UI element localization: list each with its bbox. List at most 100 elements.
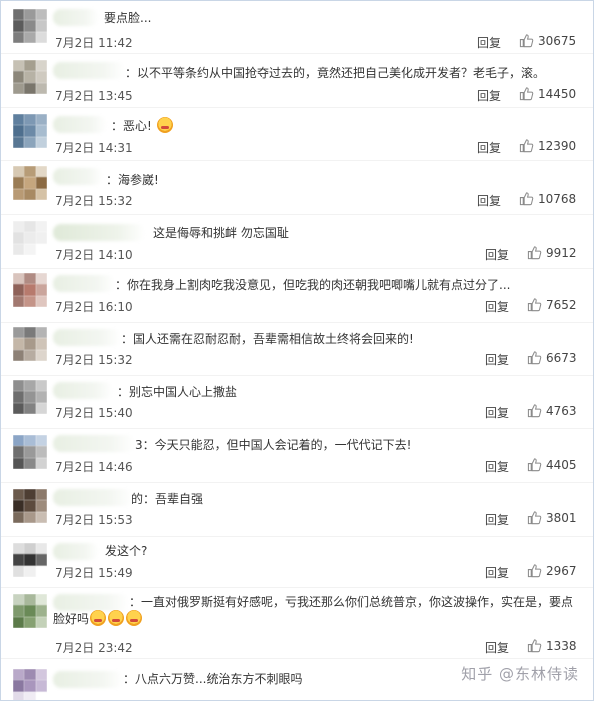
- comment-time: 7月2日 15:40: [55, 406, 133, 420]
- like-button[interactable]: 12390: [519, 138, 576, 153]
- like-count: 9912: [546, 245, 577, 260]
- username-blurred[interactable]: [53, 329, 121, 346]
- thumbs-up-icon: [527, 639, 542, 653]
- thumbs-up-icon: [527, 298, 542, 312]
- like-button[interactable]: 7652: [527, 297, 577, 312]
- comment-text: ：恶心!: [111, 117, 174, 134]
- reply-button[interactable]: 回复: [485, 298, 509, 315]
- reply-button[interactable]: 回复: [477, 34, 501, 51]
- like-button[interactable]: 6673: [527, 350, 577, 365]
- like-count: 1338: [546, 638, 577, 653]
- username-blurred[interactable]: [53, 116, 107, 133]
- reply-button[interactable]: 回复: [485, 564, 509, 581]
- comment-text: 这是侮辱和挑衅 勿忘国耻: [153, 226, 289, 240]
- thumbs-up-icon: [527, 564, 542, 578]
- like-count: 10768: [538, 191, 577, 206]
- avatar[interactable]: [13, 273, 47, 307]
- username-blurred[interactable]: [53, 671, 123, 688]
- comment-time: 7月2日 16:10: [55, 300, 133, 314]
- thumbs-up-icon: [519, 34, 534, 48]
- reply-button[interactable]: 回复: [485, 404, 509, 421]
- like-button[interactable]: 14450: [519, 86, 576, 101]
- comment-item: ：你在我身上割肉吃我没意见，但吃我的肉还朝我吧唧嘴儿就有点过分了... 7月2日…: [1, 269, 593, 322]
- username-blurred[interactable]: [53, 382, 113, 399]
- avatar[interactable]: [13, 435, 47, 469]
- like-button[interactable]: 9912: [527, 245, 577, 260]
- avatar[interactable]: [13, 221, 47, 255]
- comment-text: ：八点六万赞...统治东方不刺眼吗: [123, 672, 303, 686]
- comment-item: ：别忘中国人心上撒盐 7月2日 15:40 回复 4763: [1, 376, 593, 428]
- reply-button[interactable]: 回复: [485, 458, 509, 475]
- username-blurred[interactable]: [53, 224, 145, 241]
- comment-time: 7月2日 11:42: [55, 36, 133, 50]
- comment-text: ：一直对俄罗斯挺有好感呢，亏我还那么你们总统普京，你这波操作，实在是，要点脸好吗: [53, 594, 581, 627]
- like-button[interactable]: 4763: [527, 403, 577, 418]
- comment-time: 7月2日 14:46: [55, 460, 133, 474]
- avatar[interactable]: [13, 543, 47, 577]
- reply-button[interactable]: 回复: [485, 351, 509, 368]
- reply-button[interactable]: 回复: [477, 139, 501, 156]
- comment-item: ：国人还需在忍耐忍耐，吾辈需相信故土终将会回来的! 7月2日 15:32 回复 …: [1, 323, 593, 375]
- thumbs-up-icon: [527, 404, 542, 418]
- comment-time: 7月2日 15:32: [55, 353, 133, 367]
- thumbs-up-icon: [519, 87, 534, 101]
- reply-button[interactable]: 回复: [485, 246, 509, 263]
- avatar[interactable]: [13, 60, 47, 94]
- like-count: 6673: [546, 350, 577, 365]
- like-button[interactable]: 30675: [519, 33, 576, 48]
- like-count: 4405: [546, 457, 577, 472]
- reply-button[interactable]: 回复: [485, 511, 509, 528]
- comment-item: ：恶心! 7月2日 14:31 回复 12390: [1, 108, 593, 160]
- comment-item: 3：今天只能忍，但中国人会记着的，一代代记下去! 7月2日 14:46 回复 4…: [1, 429, 593, 482]
- comment-item: 的：吾辈自强 7月2日 15:53 回复 3801: [1, 483, 593, 536]
- comment-item: 这是侮辱和挑衅 勿忘国耻 7月2日 14:10 回复 9912: [1, 215, 593, 268]
- username-blurred[interactable]: [53, 62, 125, 79]
- like-button[interactable]: 2967: [527, 563, 577, 578]
- avatar[interactable]: [13, 9, 47, 43]
- username-blurred[interactable]: [53, 489, 133, 506]
- username-blurred[interactable]: [53, 543, 99, 560]
- comment-text: ：以不平等条约从中国抢夺过去的，竟然还把自己美化成开发者？老毛子，滚。: [125, 66, 546, 80]
- comment-text: ：别忘中国人心上撒盐: [117, 385, 238, 399]
- thumbs-up-icon: [527, 511, 542, 525]
- comment-text: ：你在我身上割肉吃我没意见，但吃我的肉还朝我吧唧嘴儿就有点过分了...: [115, 278, 511, 292]
- avatar[interactable]: [13, 327, 47, 361]
- comment-item: ：以不平等条约从中国抢夺过去的，竟然还把自己美化成开发者？老毛子，滚。 7月2日…: [1, 54, 593, 107]
- like-count: 3801: [546, 510, 577, 525]
- username-blurred[interactable]: [53, 275, 115, 292]
- avatar[interactable]: [13, 669, 47, 700]
- comment-item: 要点脸... 7月2日 11:42 回复 30675: [1, 1, 593, 53]
- avatar[interactable]: [13, 114, 47, 148]
- like-button[interactable]: 10768: [519, 191, 576, 206]
- comment-time: 7月2日 23:42: [55, 641, 133, 655]
- reply-button[interactable]: 回复: [477, 87, 501, 104]
- like-count: 4763: [546, 403, 577, 418]
- comment-item: ：一直对俄罗斯挺有好感呢，亏我还那么你们总统普京，你这波操作，实在是，要点脸好吗…: [1, 588, 593, 658]
- thumbs-up-icon: [527, 458, 542, 472]
- reply-button[interactable]: 回复: [485, 639, 509, 656]
- avatar[interactable]: [13, 594, 47, 628]
- username-blurred[interactable]: [53, 9, 99, 26]
- comment-time: 7月2日 14:31: [55, 141, 133, 155]
- comment-text: ：国人还需在忍耐忍耐，吾辈需相信故土终将会回来的!: [121, 332, 414, 346]
- comment-time: 7月2日 13:45: [55, 89, 133, 103]
- thumbs-up-icon: [527, 351, 542, 365]
- username-blurred[interactable]: [53, 435, 135, 452]
- reply-button[interactable]: 回复: [477, 192, 501, 209]
- avatar[interactable]: [13, 166, 47, 200]
- comment-list: 要点脸... 7月2日 11:42 回复 30675 ：以不平等条约从中国抢夺过…: [0, 0, 594, 701]
- username-blurred[interactable]: [53, 168, 103, 185]
- like-button[interactable]: 3801: [527, 510, 577, 525]
- angry-face-emoji-icon: [90, 610, 107, 626]
- like-button[interactable]: 4405: [527, 457, 577, 472]
- comment-time: 7月2日 15:49: [55, 566, 133, 580]
- comment-time: 7月2日 14:10: [55, 248, 133, 262]
- avatar[interactable]: [13, 489, 47, 523]
- like-count: 14450: [538, 86, 577, 101]
- comment-item: ：海参崴! 7月2日 15:32 回复 10768: [1, 161, 593, 214]
- comment-text: 要点脸...: [104, 11, 152, 25]
- sick-face-emoji-icon: [156, 117, 173, 133]
- like-button[interactable]: 1338: [527, 638, 577, 653]
- watermark: 知乎 @东林侍读: [461, 665, 579, 683]
- avatar[interactable]: [13, 380, 47, 414]
